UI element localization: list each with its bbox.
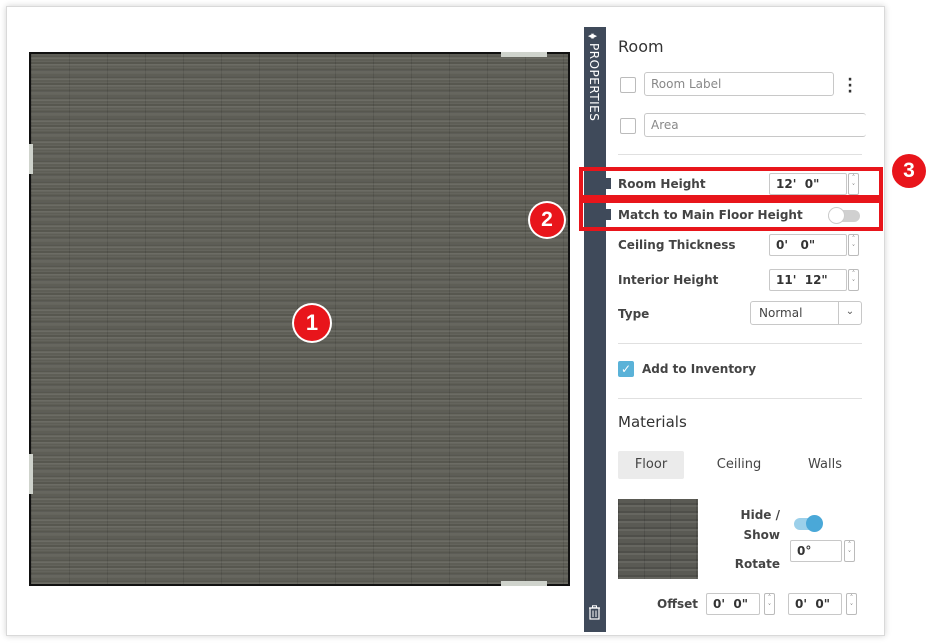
annotation-badge-1: 1 [294,305,330,341]
wall-marker [501,52,547,57]
annotation-badge-2: 2 [530,203,564,237]
tab-walls[interactable]: Walls [792,451,858,479]
highlight-box-room-height [579,167,883,199]
hide-show-label: Show [743,528,780,542]
materials-title: Materials [618,413,687,431]
ceiling-thickness-spinner-icon[interactable]: ˄ ˅ [848,234,859,256]
wall-marker [29,454,33,494]
add-to-inventory-label: Add to Inventory [642,362,757,376]
trash-icon[interactable] [588,605,601,624]
offset-x-input[interactable]: 0' 0" [706,593,760,615]
checkmark-icon: ✓ [620,362,632,376]
rotate-input[interactable]: 0° [790,540,842,562]
divider [618,343,862,344]
floor-material-swatch[interactable] [618,499,698,579]
rotate-label: Rotate [734,557,780,571]
interior-height-spinner-icon[interactable]: ˄ ˅ [848,269,859,291]
rotate-spinner-icon[interactable]: ˄ ˅ [844,540,855,562]
properties-tab-label: PROPERTIES [587,43,601,122]
add-to-inventory-checkbox[interactable]: ✓ [618,361,634,377]
tab-ceiling[interactable]: Ceiling [706,451,772,479]
wall-marker [29,144,33,174]
highlight-box-match-height [579,199,883,231]
room-label-input[interactable]: Room Label [644,72,834,96]
type-select[interactable]: Normal ⌄ [750,301,862,325]
type-label: Type [618,307,650,321]
wall-marker [501,581,547,586]
offset-x-spinner-icon[interactable]: ˄ ˅ [764,593,775,615]
divider [618,154,862,155]
type-select-value: Normal [759,306,803,320]
offset-y-input[interactable]: 0' 0" [788,593,842,615]
chevron-down-icon[interactable]: ⌄ [838,302,861,324]
area-input[interactable]: Area [644,113,866,137]
ceiling-thickness-label: Ceiling Thickness [618,238,736,252]
tab-floor[interactable]: Floor [618,451,684,479]
offset-label: Offset [657,597,698,611]
kebab-menu-icon[interactable]: · · · [846,73,854,99]
hide-show-label: Hide / [740,508,780,522]
collapse-arrows-icon[interactable]: ◂▸ [588,29,597,42]
divider [618,398,862,399]
section-title: Room [618,37,664,56]
interior-height-label: Interior Height [618,273,719,287]
room-label-checkbox[interactable] [620,77,636,93]
annotation-badge-3: 3 [892,154,926,188]
properties-sidebar-tab[interactable]: ◂▸ PROPERTIES [584,27,606,632]
hide-show-toggle[interactable] [794,515,823,532]
interior-height-input[interactable]: 11' 12" [769,269,847,291]
properties-panel: Room Room Label · · · Area Room Height 12'… [606,27,866,632]
ceiling-thickness-input[interactable]: 0' 0" [769,234,847,256]
offset-y-spinner-icon[interactable]: ˄ ˅ [846,593,857,615]
area-checkbox[interactable] [620,118,636,134]
